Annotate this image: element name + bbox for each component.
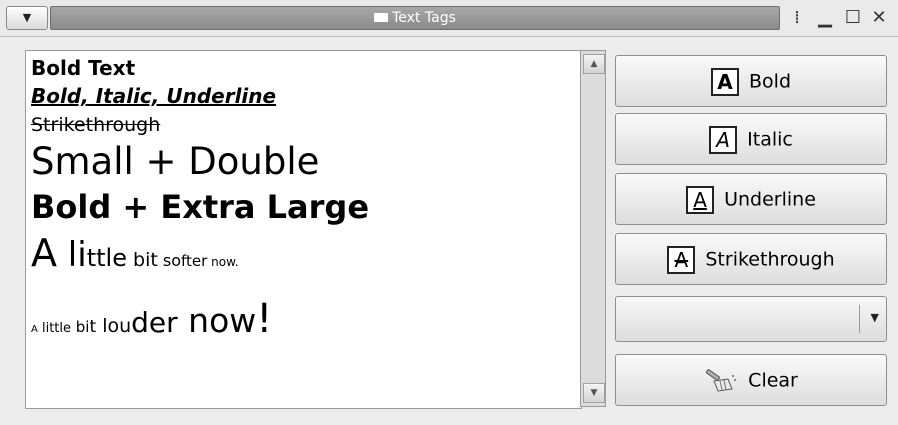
minimize-button[interactable]: ▁: [814, 8, 836, 28]
strikethrough-icon: A: [667, 245, 696, 274]
clear-button[interactable]: Clear: [615, 354, 887, 406]
underline-button[interactable]: A Underline: [615, 173, 887, 225]
window-icon: [374, 13, 389, 22]
maximize-button[interactable]: ☐: [842, 8, 864, 28]
italic-button-label: Italic: [747, 128, 793, 151]
window-title: Text Tags: [392, 10, 456, 26]
scroll-up-icon[interactable]: ▲: [583, 54, 605, 74]
style-combo-box[interactable]: ▼: [615, 296, 887, 342]
little-bit-louder-line: A little bit louder now!: [31, 296, 272, 342]
title-track[interactable]: Text Tags: [50, 6, 780, 30]
clear-button-label: Clear: [748, 369, 798, 392]
combo-separator: [859, 305, 860, 333]
louder-segment: der: [131, 306, 178, 339]
window-title-area: Text Tags: [51, 7, 779, 29]
underline-icon: A: [686, 185, 715, 214]
close-button[interactable]: ✕: [868, 8, 890, 28]
close-icon: ✕: [871, 7, 887, 28]
underline-button-label: Underline: [724, 188, 816, 211]
louder-segment: A: [31, 324, 38, 335]
louder-segment: little: [37, 321, 72, 336]
small-double-line: Small + Double: [31, 140, 320, 183]
title-bar: ▼ Text Tags ⁞ ▁ ☐ ✕: [0, 0, 898, 37]
softer-segment: so: [157, 251, 182, 270]
little-bit-softer-line: A little bit softer now.: [31, 231, 239, 275]
text-view[interactable]: Bold Text Bold, Italic, Underline Strike…: [25, 50, 582, 409]
broom-icon: [706, 368, 737, 392]
window-menu-button[interactable]: ▼: [6, 6, 48, 30]
bold-extra-large-line: Bold + Extra Large: [31, 188, 370, 226]
chevron-down-icon: ▼: [870, 311, 879, 324]
louder-segment: now: [177, 301, 257, 340]
softer-segment: A: [31, 231, 57, 275]
bold-icon: A: [710, 67, 739, 96]
strikethrough-button-label: Strikethrough: [705, 248, 835, 271]
resize-grip-icon: ⁞: [794, 7, 800, 28]
louder-segment: bi: [71, 318, 90, 336]
softer-segment: li: [57, 235, 87, 275]
strikethrough-line: Strikethrough: [31, 114, 161, 136]
bold-button[interactable]: A Bold: [615, 55, 887, 107]
bold-button-label: Bold: [749, 70, 792, 93]
softer-segment: fter: [181, 252, 208, 270]
scroll-down-icon[interactable]: ▼: [583, 383, 605, 403]
italic-button[interactable]: A Italic: [615, 113, 887, 165]
strikethrough-button[interactable]: A Strikethrough: [615, 233, 887, 285]
window-menu-icon: ▼: [22, 11, 32, 24]
softer-segment: bit: [126, 249, 158, 271]
italic-icon: A: [709, 125, 738, 154]
softer-segment: ttle: [86, 244, 127, 272]
maximize-icon: ☐: [844, 7, 862, 28]
bold-italic-underline-line: Bold, Italic, Underline: [31, 84, 277, 108]
vertical-scrollbar[interactable]: ▲ ▼: [580, 50, 606, 407]
louder-segment: !: [256, 296, 273, 342]
softer-segment: now.: [207, 255, 239, 269]
louder-segment: lou: [96, 315, 132, 337]
minimize-icon: ▁: [818, 7, 832, 28]
bold-text-line: Bold Text: [31, 56, 136, 80]
